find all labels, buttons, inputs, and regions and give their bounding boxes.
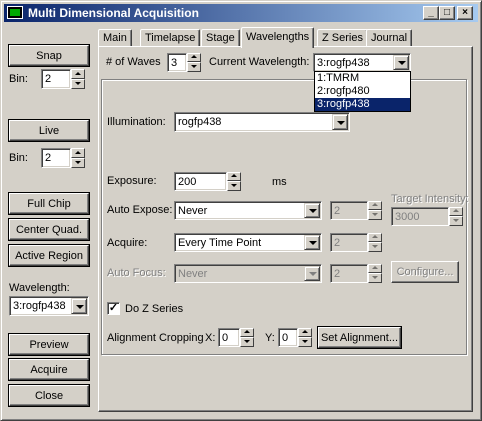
bin-field-snap[interactable]: 2 (41, 69, 71, 89)
spin-down-icon (368, 210, 382, 220)
dropdown-option[interactable]: 2:rogfp480 (315, 85, 410, 98)
configure-button: Configure... (391, 261, 459, 283)
full-chip-button[interactable]: Full Chip (8, 192, 90, 215)
num-waves-label: # of Waves (106, 56, 161, 68)
do-z-series-checkbox[interactable]: ✓ (107, 302, 120, 315)
auto-expose-number: 2 (330, 201, 368, 220)
auto-focus-spinner (368, 264, 382, 283)
spin-up-icon (368, 201, 382, 210)
x-label: X: (205, 332, 216, 344)
dropdown-option[interactable]: 1:TMRM (315, 72, 410, 85)
auto-focus-label: Auto Focus: (107, 267, 166, 279)
auto-expose-value: Never (178, 204, 208, 217)
exposure-label: Exposure: (107, 175, 157, 187)
bin-field-live[interactable]: 2 (41, 148, 71, 168)
set-alignment-button[interactable]: Set Alignment... (317, 326, 402, 349)
num-waves-spinner[interactable] (187, 53, 201, 72)
x-field[interactable]: 0 (218, 328, 240, 347)
illumination-select[interactable]: rogfp438 (174, 112, 350, 132)
bin-label-live: Bin: (9, 152, 28, 164)
spin-down-icon (449, 216, 463, 226)
bin-spinner-live[interactable] (71, 148, 85, 168)
spin-down-icon[interactable] (71, 158, 85, 168)
app-icon (7, 6, 23, 19)
auto-expose-select[interactable]: Never (174, 201, 322, 220)
auto-expose-label: Auto Expose: (107, 204, 173, 216)
current-wavelength-label: Current Wavelength: (209, 56, 310, 68)
current-wavelength-dropdown[interactable]: 1:TMRM 2:rogfp480 3:rogfp438 (314, 71, 411, 112)
dropdown-option-selected[interactable]: 3:rogfp438 (315, 98, 410, 111)
chevron-down-icon[interactable] (304, 203, 320, 218)
spin-up-icon[interactable] (71, 69, 85, 79)
illumination-label: Illumination: (107, 116, 166, 128)
bin-spinner-snap[interactable] (71, 69, 85, 89)
spin-down-icon[interactable] (227, 181, 241, 191)
acquire-number: 2 (330, 233, 368, 252)
spin-down-icon[interactable] (240, 337, 254, 347)
auto-focus-select: Never (174, 264, 322, 283)
do-z-series-label: Do Z Series (125, 303, 184, 315)
tab-stage[interactable]: Stage (201, 29, 240, 47)
alignment-cropping-label: Alignment Cropping (107, 332, 204, 344)
close-window-button[interactable]: × (457, 6, 473, 20)
num-waves-field[interactable]: 3 (167, 53, 187, 72)
chevron-down-icon[interactable] (332, 114, 348, 130)
chevron-down-icon[interactable] (71, 298, 87, 314)
window-title: Multi Dimensional Acquisition (28, 6, 199, 20)
exposure-spinner[interactable] (227, 172, 241, 191)
chevron-down-icon[interactable] (393, 55, 409, 70)
acquire-spinner (368, 233, 382, 252)
spin-down-icon[interactable] (298, 337, 312, 347)
auto-expose-spinner (368, 201, 382, 220)
spin-down-icon[interactable] (71, 79, 85, 89)
auto-focus-number: 2 (330, 264, 368, 283)
snap-button[interactable]: Snap (8, 44, 90, 67)
spin-up-icon (368, 233, 382, 242)
acquire-label: Acquire: (107, 237, 148, 249)
spin-down-icon (368, 242, 382, 252)
acquire-button[interactable]: Acquire (8, 358, 90, 381)
y-spinner[interactable] (298, 328, 312, 347)
preview-button[interactable]: Preview (8, 333, 90, 356)
wavelength-select-value: 3:rogfp438 (13, 300, 66, 312)
acquire-value: Every Time Point (178, 236, 262, 249)
spin-up-icon[interactable] (240, 328, 254, 337)
maximize-button[interactable]: □ (439, 6, 455, 20)
chevron-down-icon[interactable] (304, 235, 320, 250)
spin-up-icon[interactable] (227, 172, 241, 181)
current-wavelength-value: 3:rogfp438 (317, 56, 370, 69)
spin-up-icon (368, 264, 382, 273)
auto-focus-value: Never (178, 267, 208, 280)
center-quad-button[interactable]: Center Quad. (8, 218, 90, 241)
target-intensity-field: 3000 (391, 207, 449, 226)
tab-journal[interactable]: Journal (366, 29, 413, 47)
tab-main[interactable]: Main (98, 29, 132, 47)
y-label: Y: (265, 332, 275, 344)
minimize-button[interactable]: _ (423, 6, 439, 20)
target-intensity-label: Target Intensity: (391, 193, 469, 205)
acquire-select[interactable]: Every Time Point (174, 233, 322, 252)
x-spinner[interactable] (240, 328, 254, 347)
y-field[interactable]: 0 (278, 328, 298, 347)
spin-up-icon[interactable] (71, 148, 85, 158)
exposure-field[interactable]: 200 (174, 172, 227, 191)
spin-down-icon[interactable] (187, 62, 201, 72)
live-button[interactable]: Live (8, 119, 90, 142)
tab-wavelengths[interactable]: Wavelengths (241, 27, 315, 48)
title-bar[interactable]: Multi Dimensional Acquisition _ □ × (4, 4, 478, 22)
tab-z-series[interactable]: Z Series (317, 29, 368, 47)
exposure-unit: ms (272, 176, 287, 188)
spin-down-icon (368, 273, 382, 283)
spin-up-icon[interactable] (187, 53, 201, 62)
tab-timelapse[interactable]: Timelapse (140, 29, 201, 47)
chevron-down-icon (304, 266, 320, 281)
target-intensity-spinner (449, 207, 463, 226)
spin-up-icon (449, 207, 463, 216)
wavelength-label: Wavelength: (9, 282, 70, 294)
illumination-value: rogfp438 (178, 116, 222, 128)
close-button[interactable]: Close (8, 384, 90, 407)
active-region-button[interactable]: Active Region (8, 244, 90, 267)
bin-label-snap: Bin: (9, 73, 28, 85)
spin-up-icon[interactable] (298, 328, 312, 337)
